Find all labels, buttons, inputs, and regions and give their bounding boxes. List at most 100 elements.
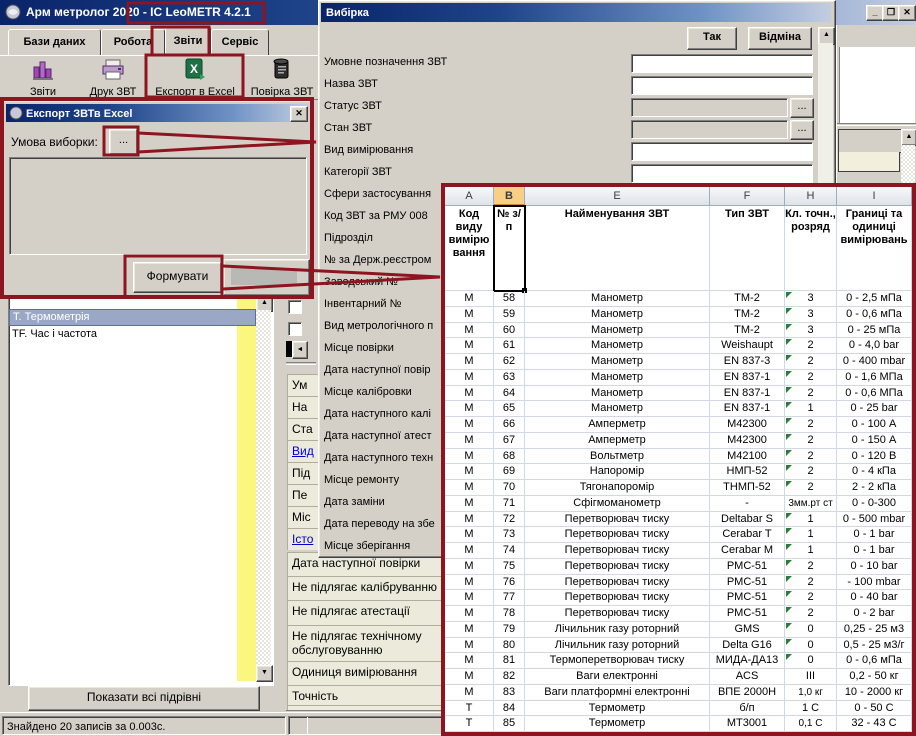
scroll-up-icon[interactable]: ▲ <box>901 129 916 146</box>
excel-cell[interactable]: 1 С <box>785 701 837 717</box>
excel-cell[interactable]: III <box>785 669 837 685</box>
excel-cell[interactable]: 10 - 2000 кг <box>837 685 912 701</box>
excel-cell[interactable]: 3 <box>785 323 837 339</box>
excel-column-letter[interactable]: В <box>494 187 525 206</box>
excel-cell[interactable]: Перетворювач тиску <box>525 559 710 575</box>
excel-cell[interactable]: М42300 <box>710 417 785 433</box>
properties-row[interactable]: Одиниця вимірювання <box>287 661 445 685</box>
selection-field-input[interactable] <box>631 142 813 161</box>
properties-row-clipped[interactable]: На <box>287 396 318 418</box>
excel-cell[interactable]: 0 - 1,6 МПа <box>837 370 912 386</box>
excel-cell[interactable]: 0 - 2,5 мПа <box>837 291 912 307</box>
excel-cell[interactable]: Манометр <box>525 386 710 402</box>
excel-cell[interactable]: GMS <box>710 622 785 638</box>
excel-cell[interactable]: Напоромір <box>525 464 710 480</box>
excel-cell[interactable]: Перетворювач тиску <box>525 543 710 559</box>
scroll-left-icon[interactable]: ◄ <box>292 341 308 359</box>
properties-row-link[interactable]: Вид <box>292 444 314 458</box>
excel-cell[interactable]: Перетворювач тиску <box>525 512 710 528</box>
ok-button[interactable]: Так <box>687 27 737 50</box>
selection-field-lookup[interactable] <box>631 120 788 139</box>
excel-cell[interactable]: 3 <box>785 307 837 323</box>
excel-column-letter[interactable]: І <box>837 187 912 206</box>
properties-row-clipped[interactable]: Під <box>287 462 318 484</box>
excel-cell[interactable]: 2 <box>785 338 837 354</box>
properties-row[interactable]: Не підлягає технічному обслуговуванню <box>287 625 445 661</box>
selection-field-lookup[interactable] <box>631 98 788 117</box>
excel-cell[interactable]: 2 <box>785 464 837 480</box>
selection-field-input[interactable] <box>631 164 813 183</box>
selection-field-input[interactable] <box>631 54 813 73</box>
excel-cell[interactable]: М <box>445 323 494 339</box>
right-scrollbar-track[interactable] <box>901 145 915 185</box>
toolbar-reports-button[interactable]: Звіти <box>14 57 72 97</box>
properties-row-clipped[interactable]: Істо <box>287 528 318 550</box>
selection-field-input[interactable] <box>631 76 813 95</box>
excel-cell[interactable]: М <box>445 575 494 591</box>
excel-cell[interactable]: 2 <box>785 590 837 606</box>
excel-cell[interactable]: 0 - 100 А <box>837 417 912 433</box>
excel-cell[interactable]: 2 <box>785 480 837 496</box>
excel-cell[interactable]: 0 - 2 bar <box>837 606 912 622</box>
excel-cell[interactable]: 74 <box>494 543 525 559</box>
lookup-browse-button[interactable]: ... <box>790 98 814 118</box>
excel-cell[interactable]: 80 <box>494 638 525 654</box>
excel-cell[interactable]: Ваги електронні <box>525 669 710 685</box>
excel-cell[interactable]: 73 <box>494 527 525 543</box>
excel-cell[interactable]: М <box>445 512 494 528</box>
excel-cell[interactable]: Термоперетворювач тиску <box>525 653 710 669</box>
excel-cell[interactable]: Термометр <box>525 701 710 717</box>
excel-cell[interactable]: НМП-52 <box>710 464 785 480</box>
excel-cell[interactable]: М <box>445 338 494 354</box>
excel-cell[interactable]: Перетворювач тиску <box>525 575 710 591</box>
close-button[interactable]: ✕ <box>898 5 916 21</box>
excel-cell[interactable]: 2 - 2 кПа <box>837 480 912 496</box>
excel-cell[interactable]: 70 <box>494 480 525 496</box>
excel-cell[interactable]: Вольтметр <box>525 449 710 465</box>
excel-cell[interactable]: 59 <box>494 307 525 323</box>
excel-cell[interactable]: PMC-51 <box>710 559 785 575</box>
excel-cell[interactable]: 0 - 50 С <box>837 701 912 717</box>
excel-cell[interactable]: 77 <box>494 590 525 606</box>
excel-cell[interactable]: 67 <box>494 433 525 449</box>
excel-cell[interactable]: М <box>445 590 494 606</box>
excel-cell[interactable]: МТ3001 <box>710 716 785 732</box>
excel-cell[interactable]: Манометр <box>525 291 710 307</box>
excel-cell[interactable]: ТМ-2 <box>710 323 785 339</box>
excel-cell[interactable]: ВПЕ 2000Н <box>710 685 785 701</box>
excel-cell[interactable]: 65 <box>494 401 525 417</box>
properties-row[interactable]: Не підлягає атестації <box>287 600 445 625</box>
scroll-down-icon[interactable]: ▼ <box>256 665 273 682</box>
excel-cell[interactable]: 63 <box>494 370 525 386</box>
excel-cell[interactable]: 0 - 0,6 мПа <box>837 653 912 669</box>
excel-cell[interactable]: PMC-51 <box>710 590 785 606</box>
excel-cell[interactable]: 2 <box>785 370 837 386</box>
excel-cell[interactable]: 0 - 25 мПа <box>837 323 912 339</box>
excel-cell[interactable]: 76 <box>494 575 525 591</box>
checkbox[interactable] <box>288 300 302 314</box>
tab-robota[interactable]: Робота <box>101 29 165 57</box>
toolbar-povirka-zvt-button[interactable]: Повірка ЗВТ <box>246 57 318 97</box>
excel-cell[interactable]: Ваги платформні електронні <box>525 685 710 701</box>
excel-cell[interactable]: М <box>445 622 494 638</box>
tab-bazy-danykh[interactable]: Бази даних <box>8 29 101 57</box>
excel-cell[interactable]: 84 <box>494 701 525 717</box>
form-button[interactable]: Формувати <box>133 262 222 293</box>
excel-cell[interactable]: 1 <box>785 512 837 528</box>
excel-header-cell[interactable]: Код виду вимірю вання <box>445 206 494 291</box>
excel-cell[interactable]: 0 - 150 А <box>837 433 912 449</box>
excel-cell[interactable]: М <box>445 496 494 512</box>
excel-header-cell[interactable]: № з/п <box>494 206 525 291</box>
excel-cell[interactable]: EN 837-1 <box>710 386 785 402</box>
excel-cell[interactable]: Т <box>445 701 494 717</box>
properties-row-clipped[interactable]: Міс <box>287 506 318 528</box>
excel-cell[interactable]: М <box>445 291 494 307</box>
list-item[interactable]: ТF. Час і частота <box>9 326 256 343</box>
excel-cell[interactable]: PMC-51 <box>710 606 785 622</box>
show-all-sublevels-button[interactable]: Показати всі підрівні <box>28 686 260 711</box>
excel-header-cell[interactable]: Кл. точн., розряд <box>785 206 837 291</box>
excel-cell[interactable]: 2 <box>785 417 837 433</box>
excel-header-cell[interactable]: Найменування ЗВТ <box>525 206 710 291</box>
checkbox[interactable] <box>288 322 302 336</box>
excel-cell[interactable]: - 100 mbar <box>837 575 912 591</box>
